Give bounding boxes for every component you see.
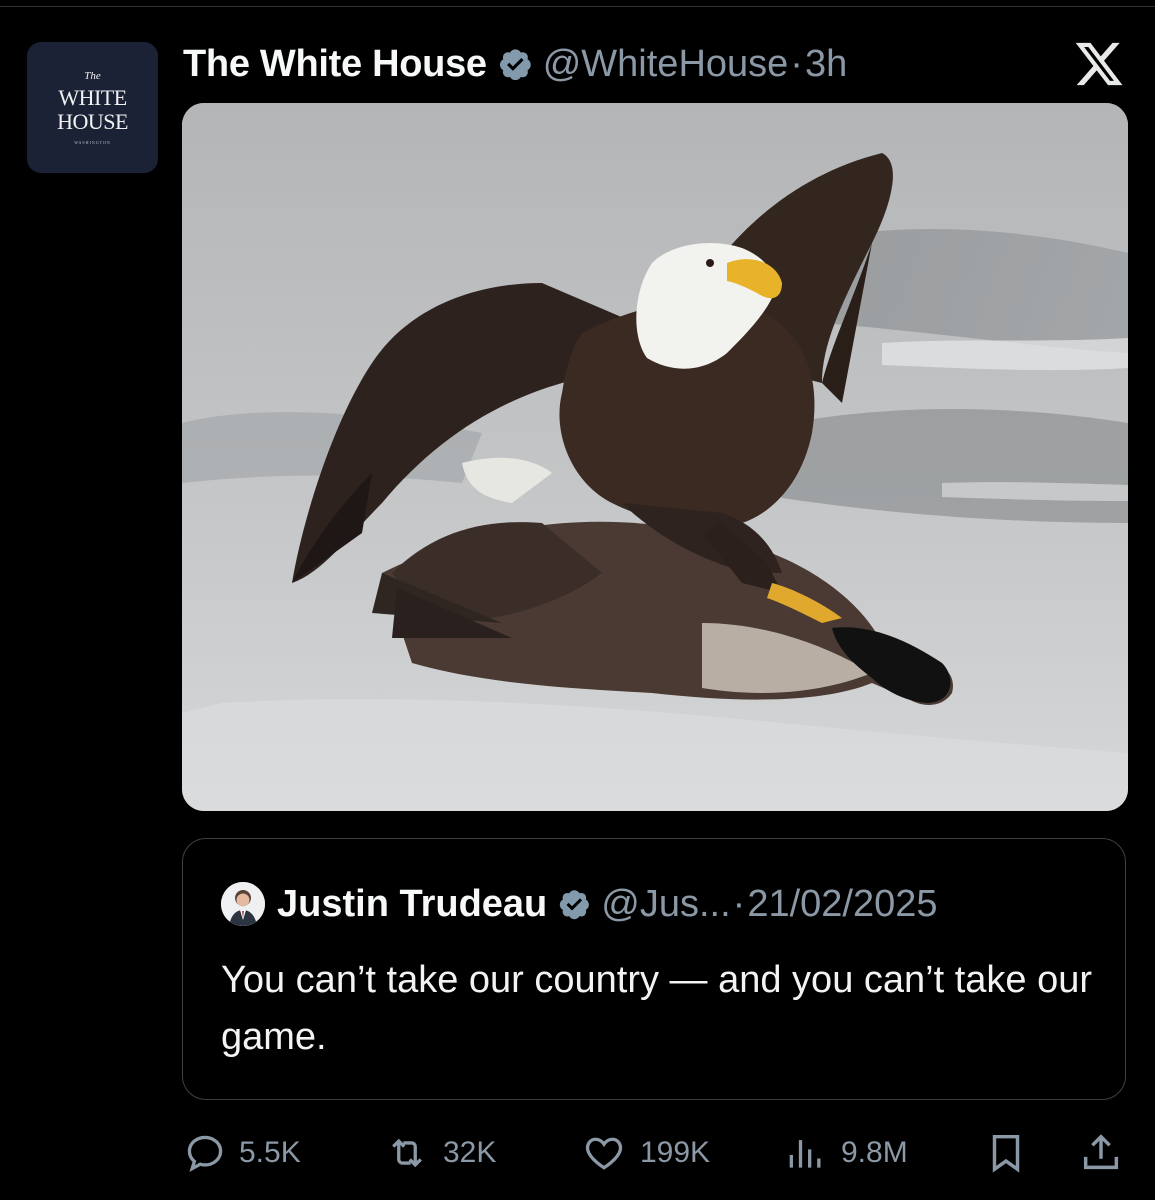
author-handle[interactable]: @WhiteHouse bbox=[543, 43, 789, 86]
verified-badge-icon bbox=[499, 49, 531, 81]
quoted-author-handle[interactable]: @Jus... bbox=[601, 883, 730, 926]
bookmark-icon bbox=[992, 1134, 1020, 1173]
quoted-author-avatar[interactable] bbox=[221, 882, 265, 926]
analytics-icon bbox=[789, 1140, 821, 1168]
author-name[interactable]: The White House bbox=[183, 43, 487, 86]
share-icon bbox=[1083, 1134, 1119, 1170]
heart-icon bbox=[585, 1137, 623, 1170]
avatar-small-text: WASHINGTON bbox=[74, 140, 111, 145]
tweet-time[interactable]: 3h bbox=[805, 43, 847, 86]
quoted-author-name[interactable]: Justin Trudeau bbox=[277, 883, 547, 926]
verified-badge-icon bbox=[560, 890, 590, 920]
separator-dot: · bbox=[732, 882, 746, 925]
author-avatar[interactable]: The WHITE HOUSE WASHINGTON bbox=[27, 42, 158, 173]
separator-dot: · bbox=[790, 42, 803, 85]
tweet-action-bar: 5.5K 32K 199K 9.8M bbox=[183, 1125, 1123, 1181]
eagle-goose-photo bbox=[182, 103, 1128, 811]
avatar-line-house: HOUSE bbox=[57, 109, 128, 134]
avatar-the: The bbox=[84, 70, 101, 82]
share-button[interactable] bbox=[1078, 1125, 1136, 1181]
repost-count: 32K bbox=[443, 1136, 497, 1169]
top-divider bbox=[0, 6, 1155, 7]
tweet-header: The White House @WhiteHouse · 3h bbox=[183, 38, 847, 90]
views-button[interactable]: 9.8M bbox=[783, 1125, 908, 1181]
person-avatar-icon bbox=[221, 882, 265, 926]
quoted-tweet-text: You can’t take our country — and you can… bbox=[221, 959, 1093, 1058]
view-count: 9.8M bbox=[841, 1136, 908, 1169]
avatar-line-white: WHITE bbox=[58, 85, 127, 110]
quoted-tweet-header: Justin Trudeau @Jus... · 21/02/2025 bbox=[221, 882, 938, 926]
tweet-media-image[interactable] bbox=[182, 103, 1128, 811]
like-count: 199K bbox=[640, 1136, 711, 1169]
bookmark-button[interactable] bbox=[983, 1125, 1041, 1181]
quoted-tweet[interactable]: Justin Trudeau @Jus... · 21/02/2025 You … bbox=[182, 838, 1126, 1100]
reply-icon bbox=[187, 1135, 223, 1172]
repost-button[interactable]: 32K bbox=[383, 1125, 496, 1181]
reply-button[interactable]: 5.5K bbox=[183, 1125, 301, 1181]
quoted-tweet-date[interactable]: 21/02/2025 bbox=[747, 883, 937, 926]
reply-count: 5.5K bbox=[239, 1136, 301, 1169]
like-button[interactable]: 199K bbox=[580, 1125, 710, 1181]
repost-icon bbox=[392, 1138, 422, 1168]
x-logo-icon bbox=[1075, 42, 1123, 86]
